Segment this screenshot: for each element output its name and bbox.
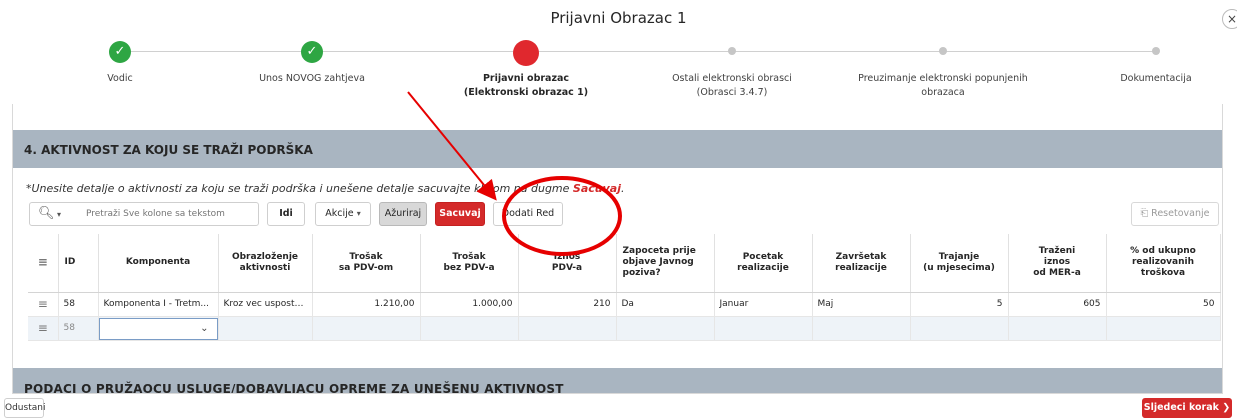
check-icon: ✓ [301,41,323,63]
modal-title: Prijavni Obrazac 1 [550,9,687,27]
column-header[interactable]: Pocetak realizacije [714,234,813,293]
region-title-supplier: PODACI O PRUŽAOCU USLUGE/DOBAVLJACU OPRE… [13,368,1222,393]
pending-step-dot [1152,47,1160,55]
table-row-new[interactable]: ≡ 58 ⌄ [28,316,1221,341]
column-header[interactable]: ID [58,234,99,293]
cell-zavrsetak[interactable]: Maj [812,292,911,317]
chevron-down-icon: ▾ [54,210,62,219]
cell-id[interactable]: 58 [58,292,99,317]
cell-komponenta[interactable]: Komponenta I - Tretm... [98,292,219,317]
reset-icon: ⎗ [1140,208,1149,219]
column-menu-icon[interactable]: ≡ [28,234,59,293]
cell-iznos-pdv[interactable]: 210 [518,292,617,317]
cell-komponenta-editor[interactable]: ⌄ [98,316,219,341]
chevron-right-icon: ❯ [1222,402,1231,413]
column-header[interactable]: Obrazloženje aktivnosti [218,234,313,293]
instruction-text: *Unesite detalje o aktivnosti za koju se… [26,182,625,195]
wizard-step-preuzimanje[interactable]: Preuzimanje elektronski popunjenih obraz… [848,40,1038,100]
cell-obrazlozenje[interactable]: Kroz vec uspostavlj... [218,292,313,317]
column-header[interactable]: Trajanje (u mjesecima) [910,234,1009,293]
cell-empty[interactable] [812,316,911,341]
wizard-progress: ✓ Vodic ✓ Unos NOVOG zahtjeva Prijavni o… [0,40,1237,100]
wizard-step-vodic[interactable]: ✓ Vodic [25,40,215,86]
chevron-down-icon: ▾ [356,209,361,218]
wizard-step-ostali[interactable]: Ostali elektronski obrasci (Obrasci 3.4.… [637,40,827,100]
wizard-step-label: Vodic [107,73,133,84]
column-header[interactable]: Trošak bez PDV-a [420,234,519,293]
wizard-step-label: Unos NOVOG zahtjeva [259,73,365,84]
cell-zapoceta[interactable]: Da [616,292,715,317]
cell-empty[interactable] [1106,316,1221,341]
table-row[interactable]: ≡ 58 Komponenta I - Tretm... Kroz vec us… [28,292,1221,317]
cell-empty[interactable] [910,316,1009,341]
cell-trajanje[interactable]: 5 [910,292,1009,317]
column-header[interactable]: % od ukupno realizovanih troškova [1106,234,1221,293]
wizard-step-unos[interactable]: ✓ Unos NOVOG zahtjeva [217,40,407,86]
cell-trosak-pdv[interactable]: 1.210,00 [312,292,421,317]
pending-step-dot [728,47,736,55]
instruction-accent: Sacuvaj [572,182,621,195]
cancel-button[interactable]: Odustani [4,398,45,418]
column-header[interactable]: Traženi iznos od MER-a [1008,234,1107,293]
grid-toolbar: 🔍︎ ▾ Idi Akcije ▾ Ažuriraj Sacuvaj Dodat… [29,202,1219,228]
actions-menu-button[interactable]: Akcije ▾ [315,202,371,226]
column-header[interactable]: Zapoceta prije objave Javnog poziva? [616,234,715,293]
pending-step-dot [939,47,947,55]
column-header[interactable]: Završetak realizacije [812,234,911,293]
wizard-step-dokumentacija[interactable]: Dokumentacija [1061,40,1237,86]
check-icon: ✓ [109,41,131,63]
wizard-step-prijavni[interactable]: Prijavni obrazac (Elektronski obrazac 1) [431,40,621,100]
cell-empty[interactable] [420,316,519,341]
search-box[interactable]: 🔍︎ ▾ [29,202,259,226]
cell-empty[interactable] [312,316,421,341]
cell-empty[interactable] [1008,316,1107,341]
chevron-down-icon: ⌄ [200,322,209,334]
cell-pocetak[interactable]: Januar [714,292,813,317]
update-button[interactable]: Ažuriraj [379,202,427,226]
column-header[interactable]: Komponenta [98,234,219,293]
wizard-step-label: Preuzimanje elektronski popunjenih obraz… [858,73,1028,98]
cell-trosak-bez[interactable]: 1.000,00 [420,292,519,317]
cell-empty[interactable] [714,316,813,341]
cell-empty[interactable] [616,316,715,341]
activity-grid: ≡ ID Komponenta Obrazloženje aktivnosti T… [28,234,1221,341]
add-row-button[interactable]: Dodati Red [493,202,563,226]
cell-empty[interactable] [218,316,313,341]
reset-button[interactable]: ⎗ Resetovanje [1131,202,1219,226]
region-title: 4. AKTIVNOST ZA KOJU SE TRAŽI PODRŠKA [13,130,1222,168]
current-step-indicator [513,40,539,66]
column-header[interactable]: Trošak sa PDV-om [312,234,421,293]
search-icon[interactable]: 🔍︎ ▾ [38,206,61,221]
wizard-step-label: Ostali elektronski obrasci (Obrasci 3.4.… [672,73,792,98]
cell-empty[interactable] [518,316,617,341]
close-icon[interactable]: × [1222,9,1237,29]
column-header[interactable]: Iznos PDV-a [518,234,617,293]
wizard-step-label: Prijavni obrazac (Elektronski obrazac 1) [463,73,589,98]
next-step-button[interactable]: Sljedeci korak ❯ [1142,398,1232,418]
cell-procenat[interactable]: 50 [1106,292,1221,317]
wizard-step-label: Dokumentacija [1120,73,1192,84]
cell-trazeni[interactable]: 605 [1008,292,1107,317]
row-menu-icon[interactable]: ≡ [28,316,59,341]
row-menu-icon[interactable]: ≡ [28,292,59,317]
komponenta-select[interactable]: ⌄ [98,317,217,339]
save-button[interactable]: Sacuvaj [435,202,485,226]
search-input[interactable] [86,205,254,223]
activity-region: 4. AKTIVNOST ZA KOJU SE TRAŽI PODRŠKA *U… [12,104,1223,394]
cell-id[interactable]: 58 [58,316,99,341]
go-button[interactable]: Idi [267,202,305,226]
